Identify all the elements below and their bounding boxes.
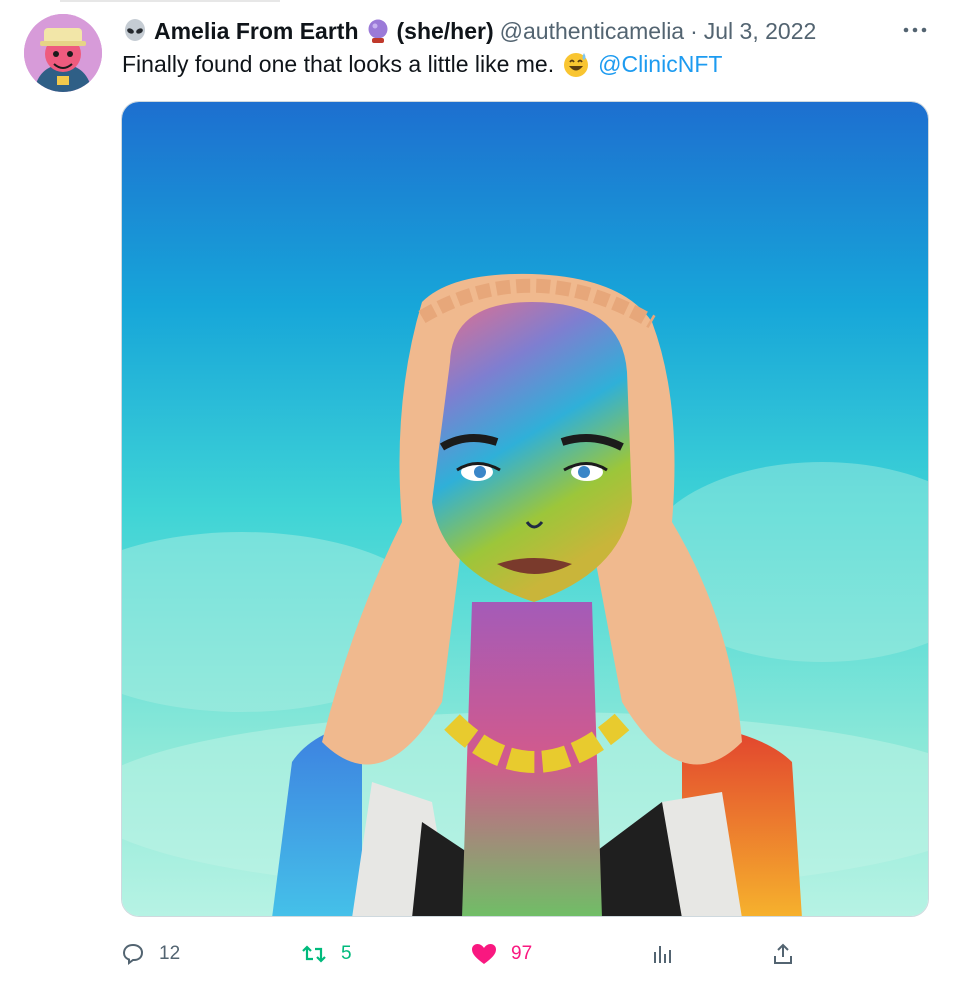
retweet-count: 5 <box>341 943 352 964</box>
like-button[interactable]: 97 <box>471 936 532 972</box>
analytics-icon <box>654 946 671 963</box>
heart-icon <box>472 944 496 964</box>
action-bar: 12 5 97 <box>121 936 811 976</box>
alien-emoji-icon <box>125 19 145 41</box>
crystal-ball-icon <box>368 19 387 43</box>
author-handle[interactable]: @authenticamelia <box>500 18 684 45</box>
more-dots-icon[interactable] <box>900 20 930 40</box>
retweet-button[interactable]: 5 <box>301 936 352 972</box>
tweet-date[interactable]: Jul 3, 2022 <box>704 18 817 45</box>
tweet-text: Finally found one that looks a little li… <box>122 50 722 78</box>
avatar[interactable] <box>24 14 102 92</box>
views-button[interactable] <box>651 936 675 972</box>
reply-icon <box>122 943 144 965</box>
pronouns: (she/her) <box>396 17 494 44</box>
like-count: 97 <box>511 943 533 964</box>
tweet-body: Finally found one that looks a little li… <box>122 50 555 77</box>
author-name[interactable]: Amelia From Earth <box>154 18 359 45</box>
avatar-image <box>24 14 102 92</box>
sweat-smile-emoji-icon <box>564 53 589 77</box>
separator: · <box>690 17 698 44</box>
previous-tweet-fragment <box>60 0 280 2</box>
tweet-header: Amelia From Earth (she/her) @authenticam… <box>122 14 822 48</box>
reply-count: 12 <box>159 943 181 964</box>
retweet-icon <box>302 945 326 963</box>
share-button[interactable] <box>771 936 795 972</box>
reply-button[interactable]: 12 <box>121 936 180 972</box>
tweet-image[interactable] <box>121 101 929 917</box>
nft-portrait-image <box>122 102 928 916</box>
share-icon <box>774 943 792 964</box>
mention-link[interactable]: @ClinicNFT <box>598 51 722 78</box>
